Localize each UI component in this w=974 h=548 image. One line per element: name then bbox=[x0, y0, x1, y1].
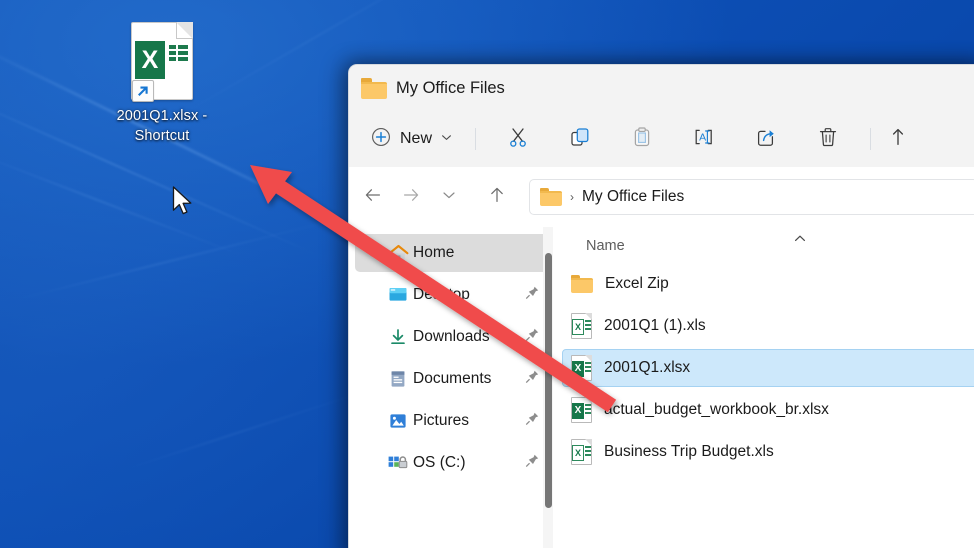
rename-button[interactable]: A bbox=[673, 122, 735, 156]
rename-icon: A bbox=[692, 126, 716, 153]
downloads-icon bbox=[383, 328, 413, 346]
plus-circle-icon bbox=[371, 127, 391, 152]
chevron-down-icon bbox=[441, 187, 457, 208]
breadcrumb-path[interactable]: My Office Files bbox=[582, 188, 684, 206]
folder-icon bbox=[361, 78, 387, 99]
file-name: 2001Q1 (1).xls bbox=[604, 317, 706, 335]
excel-legacy-file-icon: X bbox=[571, 439, 592, 465]
sidebar-item-home[interactable]: Home bbox=[355, 234, 550, 272]
sort-button[interactable] bbox=[882, 122, 922, 156]
column-header-row[interactable]: Name bbox=[556, 227, 974, 265]
arrow-right-icon bbox=[401, 185, 421, 210]
sidebar-item-documents[interactable]: Documents bbox=[355, 360, 550, 398]
pin-icon[interactable] bbox=[525, 453, 540, 473]
delete-button[interactable] bbox=[797, 122, 859, 156]
shortcut-overlay-icon bbox=[132, 80, 154, 102]
breadcrumb-separator: › bbox=[570, 190, 574, 204]
share-icon bbox=[755, 126, 778, 153]
copy-icon bbox=[569, 126, 591, 153]
window-title: My Office Files bbox=[396, 79, 505, 98]
table-row[interactable]: Excel Zip bbox=[562, 265, 974, 303]
forward-button[interactable] bbox=[393, 180, 429, 214]
paste-button[interactable] bbox=[611, 122, 673, 156]
address-bar[interactable]: › My Office Files bbox=[349, 167, 974, 227]
back-button[interactable] bbox=[355, 180, 391, 214]
file-explorer-window[interactable]: My Office Files New bbox=[348, 64, 974, 548]
table-row[interactable]: X actual_budget_workbook_br.xlsx bbox=[562, 391, 974, 429]
wallpaper-streak bbox=[10, 218, 340, 302]
mouse-pointer-icon bbox=[172, 186, 194, 218]
excel-file-icon: X bbox=[571, 397, 592, 423]
toolbar-divider bbox=[870, 128, 871, 150]
new-button-label: New bbox=[400, 130, 432, 148]
arrow-up-icon bbox=[487, 185, 507, 210]
table-row[interactable]: X 2001Q1.xlsx bbox=[562, 349, 974, 387]
scissors-icon bbox=[507, 126, 529, 153]
arrow-left-icon bbox=[363, 185, 383, 210]
column-header-name[interactable]: Name bbox=[586, 238, 625, 254]
sidebar-item-pictures[interactable]: Pictures bbox=[355, 402, 550, 440]
new-button[interactable]: New bbox=[361, 122, 464, 156]
sort-up-icon bbox=[891, 126, 913, 153]
share-button[interactable] bbox=[735, 122, 797, 156]
chevron-down-icon[interactable] bbox=[359, 247, 383, 260]
pin-icon[interactable] bbox=[525, 327, 540, 347]
copy-button[interactable] bbox=[549, 122, 611, 156]
file-list-pane[interactable]: Name Excel Zip bbox=[556, 227, 974, 548]
sidebar-item-desktop[interactable]: Desktop bbox=[355, 276, 550, 314]
svg-text:A: A bbox=[699, 131, 706, 143]
cut-button[interactable] bbox=[487, 122, 549, 156]
shortcut-label-line1: 2001Q1.xlsx - bbox=[104, 106, 220, 126]
sidebar-item-label: Downloads bbox=[413, 328, 525, 346]
folder-icon bbox=[540, 188, 562, 206]
clipboard-icon bbox=[631, 126, 653, 153]
navigation-pane[interactable]: Home Desktop bbox=[349, 227, 556, 548]
file-name: 2001Q1.xlsx bbox=[604, 359, 690, 377]
pin-icon[interactable] bbox=[525, 369, 540, 389]
excel-file-icon: X bbox=[571, 355, 592, 381]
sidebar-item-label: Pictures bbox=[413, 412, 525, 430]
excel-legacy-file-icon: X bbox=[571, 313, 592, 339]
wallpaper-streak bbox=[120, 390, 368, 472]
pin-icon[interactable] bbox=[525, 411, 540, 431]
sidebar-item-label: Home bbox=[413, 244, 550, 262]
shortcut-label-line2: Shortcut bbox=[104, 126, 220, 146]
folder-icon bbox=[571, 275, 593, 293]
sidebar-item-label: Documents bbox=[413, 370, 525, 388]
table-row[interactable]: X Business Trip Budget.xls bbox=[562, 433, 974, 471]
file-name: actual_budget_workbook_br.xlsx bbox=[604, 401, 829, 419]
sidebar-item-label: Desktop bbox=[413, 286, 525, 304]
home-icon bbox=[383, 244, 413, 263]
sidebar-scrollbar[interactable] bbox=[545, 253, 552, 508]
trash-icon bbox=[817, 126, 839, 153]
sidebar-item-os-c[interactable]: OS (C:) bbox=[355, 444, 550, 482]
toolbar-divider bbox=[475, 128, 476, 150]
excel-file-shortcut-icon: X bbox=[131, 22, 193, 100]
up-button[interactable] bbox=[479, 180, 515, 214]
wallpaper-streak bbox=[0, 150, 250, 259]
pictures-icon bbox=[383, 412, 413, 430]
command-toolbar[interactable]: New bbox=[349, 111, 974, 167]
file-name: Excel Zip bbox=[605, 275, 669, 293]
sidebar-item-downloads[interactable]: Downloads bbox=[355, 318, 550, 356]
drive-bitlocker-icon bbox=[383, 454, 413, 472]
excel-x-glyph: X bbox=[135, 41, 165, 79]
recent-locations-button[interactable] bbox=[431, 180, 467, 214]
pin-icon[interactable] bbox=[525, 285, 540, 305]
explorer-body: Home Desktop bbox=[349, 227, 974, 548]
file-name: Business Trip Budget.xls bbox=[604, 443, 774, 461]
table-row[interactable]: X 2001Q1 (1).xls bbox=[562, 307, 974, 345]
breadcrumb[interactable]: › My Office Files bbox=[529, 179, 974, 215]
sidebar-item-label: OS (C:) bbox=[413, 454, 525, 472]
desktop-shortcut-2001q1[interactable]: X 2001Q1.xlsx - Shortcut bbox=[104, 22, 220, 146]
chevron-down-icon bbox=[441, 130, 452, 148]
title-bar[interactable]: My Office Files bbox=[349, 65, 974, 111]
excel-grid-glyph bbox=[169, 45, 188, 64]
documents-icon bbox=[383, 370, 413, 388]
desktop[interactable]: X 2001Q1.xlsx - Shortcut bbox=[0, 0, 974, 548]
chevron-up-icon bbox=[792, 231, 808, 252]
desktop-icon bbox=[383, 286, 413, 304]
